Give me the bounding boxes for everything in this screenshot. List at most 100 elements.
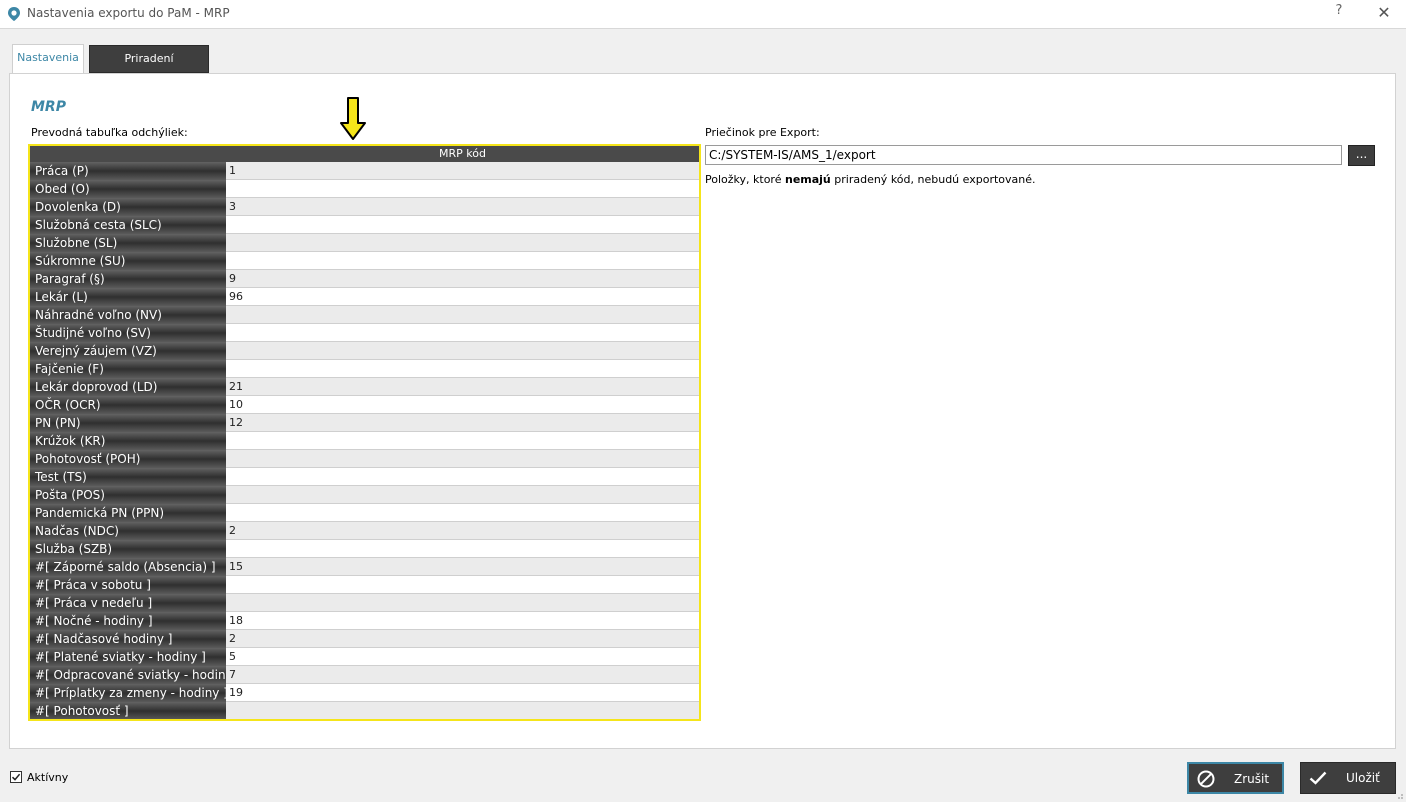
table-row: Nadčas (NDC) 2 [30, 522, 699, 540]
row-header: Paragraf (§) [30, 270, 226, 288]
mrp-code-cell[interactable] [226, 180, 699, 198]
table-header: MRP kód [30, 146, 699, 162]
mrp-code-cell[interactable]: 7 [226, 666, 699, 684]
mrp-code-cell[interactable] [226, 576, 699, 594]
mrp-code-cell[interactable] [226, 486, 699, 504]
mrp-code-cell[interactable] [226, 594, 699, 612]
mrp-code-cell[interactable] [226, 702, 699, 719]
row-header: Fajčenie (F) [30, 360, 226, 378]
table-row: Dovolenka (D) 3 [30, 198, 699, 216]
table-row: #[ Práca v nedeľu ] [30, 594, 699, 612]
mrp-code-cell[interactable] [226, 450, 699, 468]
row-header: #[ Príplatky za zmeny - hodiny ] [30, 684, 226, 702]
table-header-corner [30, 146, 226, 162]
row-header: Náhradné voľno (NV) [30, 306, 226, 324]
table-label: Prevodná tabuľka odchýliek: [31, 126, 188, 139]
row-header: Test (TS) [30, 468, 226, 486]
table-row: Náhradné voľno (NV) [30, 306, 699, 324]
row-header: #[ Nočné - hodiny ] [30, 612, 226, 630]
mrp-code-cell[interactable] [226, 468, 699, 486]
table-row: Verejný záujem (VZ) [30, 342, 699, 360]
close-button[interactable]: ✕ [1374, 3, 1394, 23]
table-row: Pandemická PN (PPN) [30, 504, 699, 522]
row-header: Lekár doprovod (LD) [30, 378, 226, 396]
row-header: Nadčas (NDC) [30, 522, 226, 540]
mrp-code-cell[interactable]: 21 [226, 378, 699, 396]
export-note: Položky, ktoré nemajú priradený kód, neb… [705, 173, 1036, 186]
table-row: Súkromne (SU) [30, 252, 699, 270]
browse-button[interactable]: ... [1348, 145, 1375, 166]
mrp-code-cell[interactable]: 2 [226, 522, 699, 540]
row-header: Služba (SZB) [30, 540, 226, 558]
mrp-code-cell[interactable] [226, 540, 699, 558]
mrp-code-cell[interactable]: 18 [226, 612, 699, 630]
tab-nastavenia[interactable]: Nastavenia [12, 44, 84, 74]
export-folder-input[interactable]: C:/SYSTEM-IS/AMS_1/export [705, 145, 1342, 165]
mrp-code-cell[interactable]: 5 [226, 648, 699, 666]
row-header: Obed (O) [30, 180, 226, 198]
mrp-code-cell[interactable] [226, 342, 699, 360]
help-button[interactable]: ? [1330, 3, 1348, 23]
mrp-code-cell[interactable] [226, 324, 699, 342]
table-row: Obed (O) [30, 180, 699, 198]
mrp-code-cell[interactable]: 19 [226, 684, 699, 702]
table-row: #[ Nadčasové hodiny ] 2 [30, 630, 699, 648]
table-row: #[ Záporné saldo (Absencia) ] 15 [30, 558, 699, 576]
mrp-code-cell[interactable] [226, 360, 699, 378]
conversion-table: MRP kód Práca (P) 1 Obed (O) Dovolenka (D) 3… [28, 144, 701, 721]
table-row: Služba (SZB) [30, 540, 699, 558]
row-header: #[ Práca v sobotu ] [30, 576, 226, 594]
mrp-code-cell[interactable] [226, 504, 699, 522]
row-header: #[ Záporné saldo (Absencia) ] [30, 558, 226, 576]
row-header: Služobne (SL) [30, 234, 226, 252]
mrp-code-cell[interactable]: 15 [226, 558, 699, 576]
table-row: #[ Pohotovosť ] [30, 702, 699, 719]
export-folder-label: Priečinok pre Export: [705, 126, 820, 139]
window-title: Nastavenia exportu do PaM - MRP [27, 6, 230, 20]
mrp-code-cell[interactable]: 96 [226, 288, 699, 306]
row-header: #[ Pohotovosť ] [30, 702, 226, 719]
row-header: Pohotovosť (POH) [30, 450, 226, 468]
table-row: Služobná cesta (SLC) [30, 216, 699, 234]
active-checkbox[interactable] [10, 771, 22, 783]
save-button-label: Uložiť [1346, 771, 1380, 785]
mrp-code-cell[interactable]: 1 [226, 162, 699, 180]
table-row: #[ Práca v sobotu ] [30, 576, 699, 594]
export-note-text: Položky, ktoré [705, 173, 785, 186]
table-row: PN (PN) 12 [30, 414, 699, 432]
table-row: #[ Odpracované sviatky - hodiny ] 7 [30, 666, 699, 684]
table-row: Pohotovosť (POH) [30, 450, 699, 468]
cancel-button[interactable]: Zrušit [1187, 762, 1284, 794]
app-logo-icon [8, 7, 20, 21]
mrp-code-cell[interactable]: 9 [226, 270, 699, 288]
mrp-code-cell[interactable] [226, 234, 699, 252]
save-button[interactable]: Uložiť [1300, 762, 1396, 794]
mrp-code-cell[interactable]: 3 [226, 198, 699, 216]
row-header: Verejný záujem (VZ) [30, 342, 226, 360]
mrp-code-cell[interactable]: 10 [226, 396, 699, 414]
checkmark-icon [11, 773, 21, 781]
row-header: Lekár (L) [30, 288, 226, 306]
resize-grip-icon[interactable] [1394, 790, 1404, 800]
row-header: #[ Odpracované sviatky - hodiny ] [30, 666, 226, 684]
row-header: Služobná cesta (SLC) [30, 216, 226, 234]
table-row: Lekár doprovod (LD) 21 [30, 378, 699, 396]
table-body: Práca (P) 1 Obed (O) Dovolenka (D) 3 Služobná… [30, 162, 699, 719]
tab-priradeni-zamestnanci[interactable]: Priradení zamestnanci [89, 45, 209, 91]
mrp-code-cell[interactable] [226, 252, 699, 270]
row-header: PN (PN) [30, 414, 226, 432]
table-row: Študijné voľno (SV) [30, 324, 699, 342]
row-header: Dovolenka (D) [30, 198, 226, 216]
mrp-code-cell[interactable] [226, 306, 699, 324]
table-row: #[ Nočné - hodiny ] 18 [30, 612, 699, 630]
row-header: #[ Práca v nedeľu ] [30, 594, 226, 612]
section-title: MRP [31, 99, 66, 115]
row-header: Študijné voľno (SV) [30, 324, 226, 342]
mrp-code-column-header[interactable]: MRP kód [226, 146, 699, 162]
mrp-code-cell[interactable]: 2 [226, 630, 699, 648]
down-arrow-icon [340, 97, 366, 140]
mrp-code-cell[interactable] [226, 216, 699, 234]
mrp-code-cell[interactable] [226, 432, 699, 450]
row-header: Práca (P) [30, 162, 226, 180]
mrp-code-cell[interactable]: 12 [226, 414, 699, 432]
